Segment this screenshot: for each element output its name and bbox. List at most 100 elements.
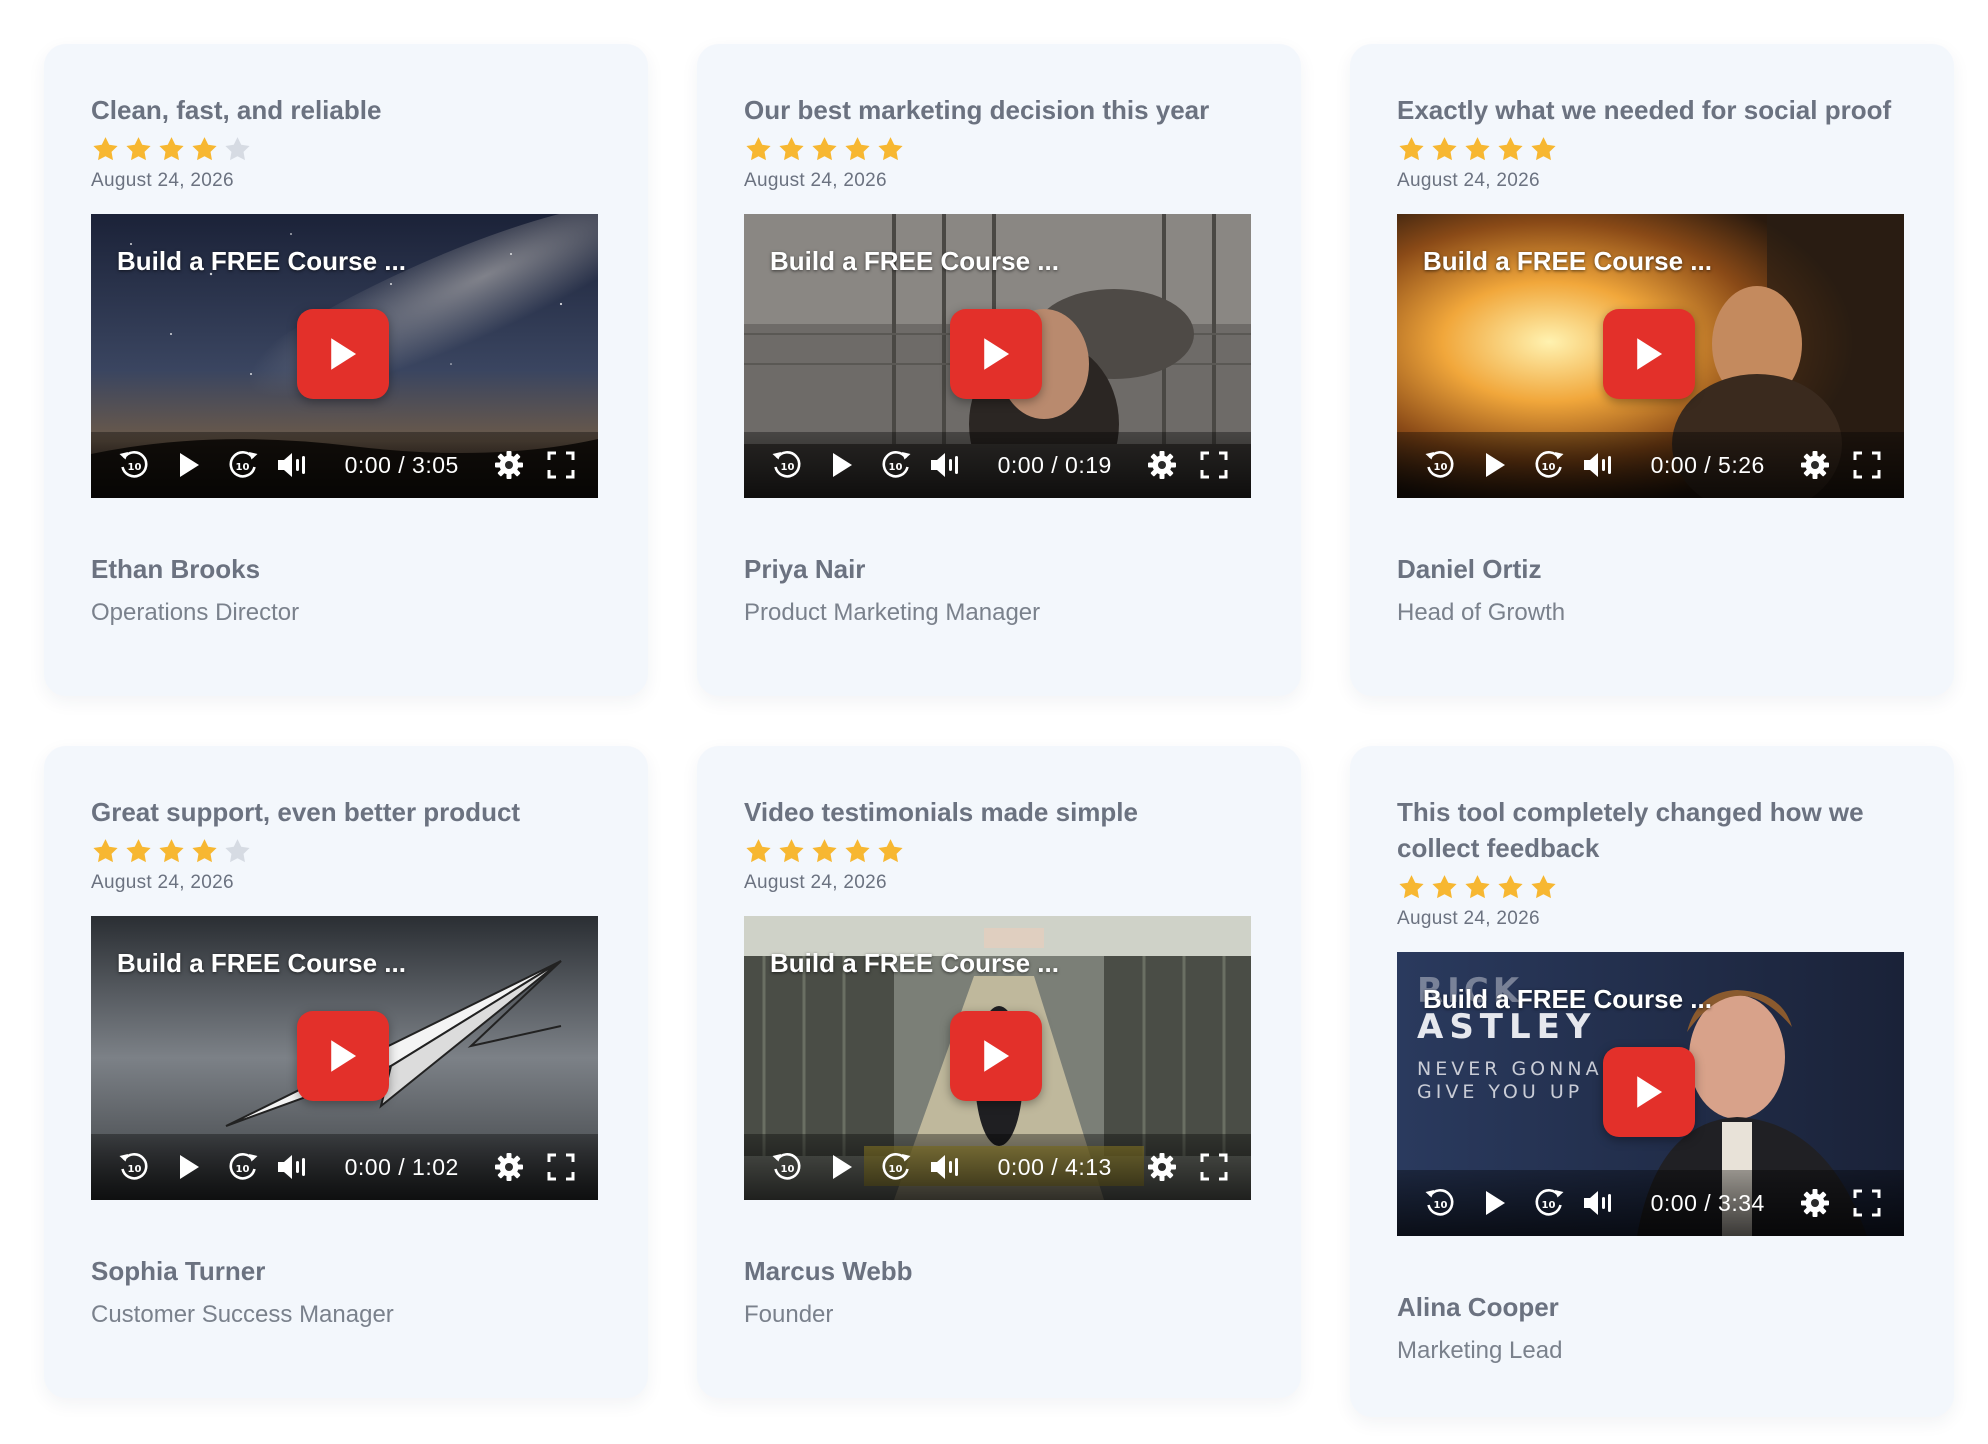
- star-icon: [225, 838, 250, 862]
- gear-icon: [495, 1153, 524, 1181]
- play-pause-button[interactable]: [171, 1154, 205, 1180]
- svg-text:10: 10: [889, 462, 903, 473]
- fullscreen-button[interactable]: [1198, 1153, 1229, 1181]
- video-title: Build a FREE Course ...: [1423, 246, 1712, 276]
- star-icon: [1531, 874, 1556, 898]
- settings-button[interactable]: [1146, 450, 1179, 480]
- rewind-10-button[interactable]: 10: [770, 449, 804, 481]
- forward-10-icon: 10: [229, 451, 258, 478]
- play-pause-button[interactable]: [824, 452, 858, 478]
- star-icon: [159, 136, 184, 160]
- author-role: Head of Growth: [1397, 599, 1566, 626]
- star-icon: [1498, 874, 1523, 898]
- video-controls: 10 10 0:00 / 5:26: [1397, 432, 1904, 498]
- video-title: Build a FREE Course ...: [117, 246, 406, 276]
- volume-icon: [931, 453, 959, 477]
- svg-text:10: 10: [1434, 462, 1448, 473]
- video-player[interactable]: Build a FREE Course ... 10 10 0:00 / 3:0…: [91, 214, 598, 498]
- volume-button[interactable]: [929, 451, 963, 479]
- gear-icon: [1148, 1153, 1177, 1181]
- volume-icon: [278, 1155, 306, 1179]
- forward-10-button[interactable]: 10: [879, 1151, 913, 1183]
- testimonial-date: August 24, 2026: [744, 170, 887, 191]
- play-pause-button[interactable]: [824, 1154, 858, 1180]
- forward-10-button[interactable]: 10: [226, 1151, 260, 1183]
- play-button[interactable]: [297, 1011, 389, 1101]
- settings-button[interactable]: [1146, 1152, 1179, 1182]
- play-button[interactable]: [1603, 309, 1695, 399]
- star-icon: [126, 838, 151, 862]
- video-time: 0:00 / 3:34: [1650, 1189, 1765, 1216]
- star-icon: [1432, 136, 1457, 160]
- rewind-10-button[interactable]: 10: [117, 1151, 151, 1183]
- fullscreen-button[interactable]: [1851, 451, 1882, 479]
- volume-button[interactable]: [929, 1153, 963, 1181]
- play-pause-button[interactable]: [1477, 452, 1511, 478]
- video-title: Build a FREE Course ...: [770, 246, 1059, 276]
- testimonial-card: Our best marketing decision this year Au…: [697, 44, 1301, 696]
- rewind-10-button[interactable]: 10: [770, 1151, 804, 1183]
- settings-button[interactable]: [493, 450, 526, 480]
- play-button[interactable]: [950, 1011, 1042, 1101]
- video-time: 0:00 / 0:19: [997, 451, 1112, 478]
- video-controls: 10 10 0:00 / 1:02: [91, 1134, 598, 1200]
- star-icon: [1531, 136, 1556, 160]
- rating-stars: [1397, 872, 1907, 902]
- video-player[interactable]: Build a FREE Course ... 10 10 0:00 / 4:1…: [744, 916, 1251, 1200]
- fullscreen-button[interactable]: [545, 451, 576, 479]
- fullscreen-icon: [1200, 451, 1228, 479]
- rewind-10-button[interactable]: 10: [117, 449, 151, 481]
- play-icon: [331, 338, 357, 370]
- video-time: 0:00 / 1:02: [344, 1153, 459, 1180]
- rating-stars: [744, 836, 1254, 866]
- volume-icon: [931, 1155, 959, 1179]
- star-icon: [126, 136, 151, 160]
- settings-button[interactable]: [1799, 1188, 1832, 1218]
- star-icon: [779, 136, 804, 160]
- rewind-10-icon: 10: [119, 1153, 148, 1180]
- volume-button[interactable]: [276, 1153, 310, 1181]
- play-pause-button[interactable]: [171, 452, 205, 478]
- volume-icon: [1584, 453, 1612, 477]
- star-icon: [1399, 874, 1424, 898]
- video-player[interactable]: RICK ASTLEY NEVER GONNA GIVE YOU UP Build a…: [1397, 952, 1904, 1236]
- video-controls: 10 10 0:00 / 4:13: [744, 1134, 1251, 1200]
- play-button[interactable]: [297, 309, 389, 399]
- volume-icon: [1584, 1191, 1612, 1215]
- play-button[interactable]: [1603, 1047, 1695, 1137]
- video-controls: 10 10 0:00 / 3:05: [91, 432, 598, 498]
- forward-10-button[interactable]: 10: [1532, 1187, 1566, 1219]
- testimonial-date: August 24, 2026: [91, 170, 234, 191]
- volume-button[interactable]: [276, 451, 310, 479]
- star-icon: [93, 136, 118, 160]
- play-button[interactable]: [950, 309, 1042, 399]
- volume-button[interactable]: [1582, 1189, 1616, 1217]
- volume-button[interactable]: [1582, 451, 1616, 479]
- video-player[interactable]: Build a FREE Course ... 10 10 0:00 / 1:0…: [91, 916, 598, 1200]
- star-icon: [746, 838, 771, 862]
- fullscreen-button[interactable]: [545, 1153, 576, 1181]
- settings-button[interactable]: [1799, 450, 1832, 480]
- play-icon: [1637, 338, 1663, 370]
- star-icon: [845, 136, 870, 160]
- video-player[interactable]: Build a FREE Course ... 10 10 0:00 / 0:1…: [744, 214, 1251, 498]
- forward-10-button[interactable]: 10: [1532, 449, 1566, 481]
- svg-text:10: 10: [889, 1164, 903, 1175]
- settings-button[interactable]: [493, 1152, 526, 1182]
- play-icon: [1485, 1191, 1505, 1215]
- rewind-10-icon: 10: [772, 1153, 801, 1180]
- fullscreen-button[interactable]: [1198, 451, 1229, 479]
- play-icon: [1485, 453, 1505, 477]
- video-time: 0:00 / 5:26: [1650, 451, 1765, 478]
- forward-10-button[interactable]: 10: [226, 449, 260, 481]
- author-role: Product Marketing Manager: [744, 599, 1041, 626]
- star-icon: [225, 136, 250, 160]
- video-player[interactable]: Build a FREE Course ... 10 10 0:00 / 5:2…: [1397, 214, 1904, 498]
- svg-text:10: 10: [1542, 1200, 1556, 1211]
- rewind-10-button[interactable]: 10: [1423, 449, 1457, 481]
- rewind-10-button[interactable]: 10: [1423, 1187, 1457, 1219]
- svg-text:10: 10: [236, 462, 250, 473]
- fullscreen-button[interactable]: [1851, 1189, 1882, 1217]
- forward-10-button[interactable]: 10: [879, 449, 913, 481]
- play-pause-button[interactable]: [1477, 1190, 1511, 1216]
